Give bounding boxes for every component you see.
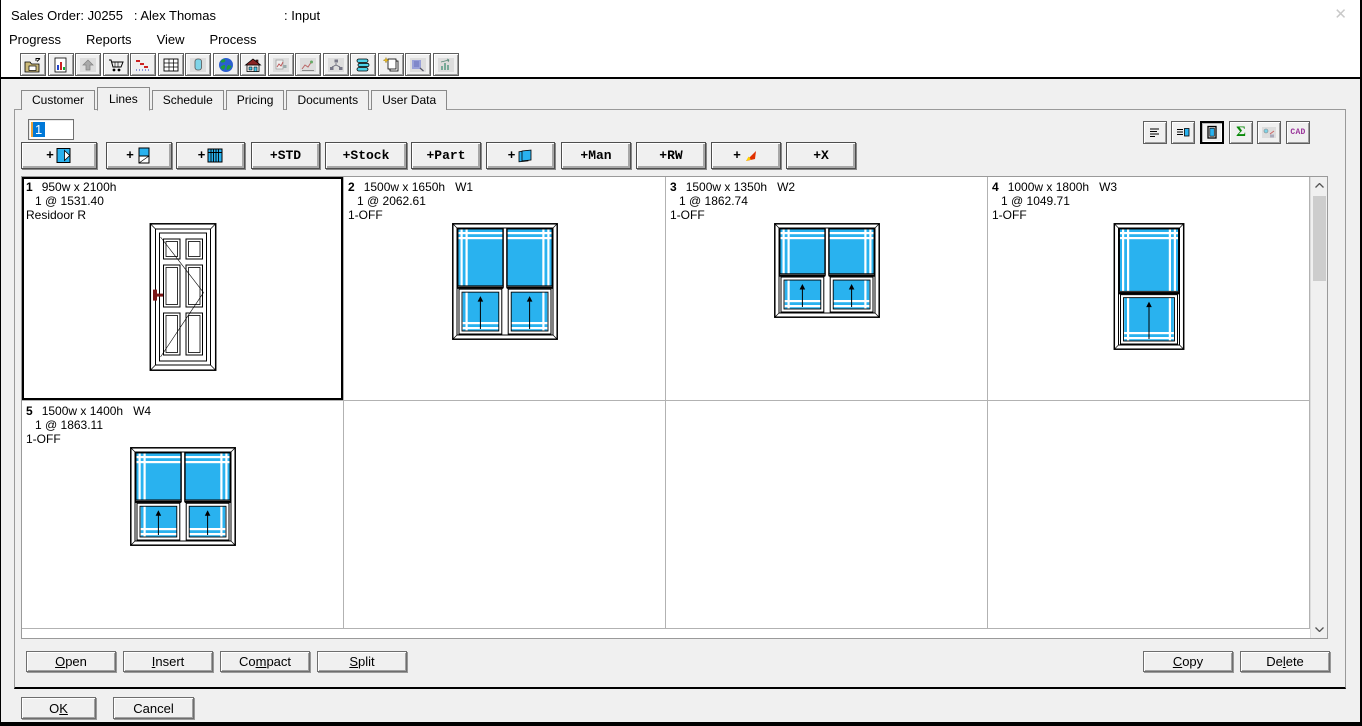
globe-icon[interactable] xyxy=(213,53,239,76)
insert-button[interactable]: Insert xyxy=(123,651,213,672)
text-picture-view-icon[interactable] xyxy=(1171,121,1195,144)
tab-customer[interactable]: Customer xyxy=(21,90,95,110)
add-rw-button[interactable]: +RW xyxy=(636,142,706,169)
line-item-1[interactable]: 1950w x 2100h 1 @ 1531.40 Residoor R xyxy=(22,177,344,401)
report-chart-icon[interactable] xyxy=(48,53,74,76)
add-sash-button[interactable]: + xyxy=(106,142,172,169)
sum-sigma-icon[interactable]: Σ xyxy=(1229,121,1253,144)
window-drawing xyxy=(774,223,880,318)
add-frame-button[interactable]: + xyxy=(21,142,97,169)
input-form: Customer Lines Schedule Pricing Document… xyxy=(1,79,1360,722)
ok-button[interactable]: OK xyxy=(21,697,96,719)
delete-button[interactable]: Delete xyxy=(1240,651,1330,672)
menu-bar: Progress Reports View Process xyxy=(1,30,1360,52)
window-title-mode: : Input xyxy=(284,8,320,23)
frame-3d-icon[interactable] xyxy=(185,53,211,76)
vertical-scrollbar[interactable] xyxy=(1310,177,1327,638)
network-disabled-icon[interactable] xyxy=(323,53,349,76)
graphics-disabled-icon[interactable] xyxy=(268,53,294,76)
tab-lines[interactable]: Lines xyxy=(97,87,150,111)
send-up-icon[interactable] xyxy=(75,53,101,76)
add-bars-button[interactable]: + xyxy=(176,142,245,169)
table-view-icon[interactable] xyxy=(158,53,184,76)
split-button[interactable]: Split xyxy=(317,651,407,672)
empty-cell[interactable] xyxy=(344,401,666,629)
house-icon[interactable] xyxy=(240,53,266,76)
cancel-button[interactable]: Cancel xyxy=(113,697,194,719)
survey-disabled-icon[interactable] xyxy=(405,53,431,76)
text-view-icon[interactable] xyxy=(1143,121,1167,144)
line-item-5[interactable]: 51500w x 1400hW4 1 @ 1863.11 1-OFF xyxy=(22,401,344,629)
stats-disabled-icon[interactable] xyxy=(433,53,459,76)
add-stock-button[interactable]: +Stock xyxy=(325,142,407,169)
graphics-options-icon[interactable] xyxy=(1257,121,1281,144)
add-pointer-button[interactable]: + xyxy=(711,142,781,169)
lines-grid: 1950w x 2100h 1 @ 1531.40 Residoor R 215… xyxy=(21,176,1328,639)
copy-button[interactable]: Copy xyxy=(1143,651,1233,672)
schedule-gantt-icon[interactable] xyxy=(130,53,156,76)
window-drawing xyxy=(130,447,236,546)
tab-userdata[interactable]: User Data xyxy=(371,90,447,110)
batch-list-icon[interactable] xyxy=(350,53,376,76)
window-title: Sales Order: J0255 : Alex Thomas xyxy=(11,8,216,23)
add-std-button[interactable]: +STD xyxy=(251,142,320,169)
compact-button[interactable]: Compact xyxy=(220,651,310,672)
menu-progress[interactable]: Progress xyxy=(9,30,61,52)
tab-schedule[interactable]: Schedule xyxy=(152,90,224,110)
menu-reports[interactable]: Reports xyxy=(86,30,132,52)
toolbar xyxy=(1,52,1360,77)
window-drawing xyxy=(452,223,558,340)
copy-new-icon[interactable] xyxy=(378,53,404,76)
open-order-icon[interactable] xyxy=(20,53,46,76)
open-button[interactable]: Open xyxy=(26,651,116,672)
window-drawing xyxy=(1113,223,1184,350)
tab-pricing[interactable]: Pricing xyxy=(226,90,285,110)
empty-cell[interactable] xyxy=(666,401,988,629)
title-bar: Sales Order: J0255 : Alex Thomas : Input… xyxy=(1,0,1360,30)
scrollbar-thumb[interactable] xyxy=(1313,196,1326,281)
cad-icon[interactable]: CAD xyxy=(1286,121,1310,144)
chart-disabled-icon[interactable] xyxy=(295,53,321,76)
lines-tab-page: 1 + + + +STD +Stock +Part + +Man +RW + +… xyxy=(14,109,1346,689)
line-number-input[interactable]: 1 xyxy=(28,119,74,140)
sales-order-window: Sales Order: J0255 : Alex Thomas : Input… xyxy=(0,0,1362,726)
line-item-2[interactable]: 21500w x 1650hW1 1 @ 2062.61 1-OFF xyxy=(344,177,666,401)
tab-strip: Customer Lines Schedule Pricing Document… xyxy=(21,87,449,110)
scroll-up-icon[interactable] xyxy=(1311,177,1328,194)
add-glass-button[interactable]: + xyxy=(486,142,555,169)
menu-process[interactable]: Process xyxy=(210,30,257,52)
line-item-4[interactable]: 41000w x 1800hW3 1 @ 1049.71 1-OFF xyxy=(988,177,1310,401)
picture-view-icon[interactable] xyxy=(1200,121,1224,144)
empty-cell[interactable] xyxy=(988,401,1310,629)
menu-view[interactable]: View xyxy=(157,30,185,52)
add-part-button[interactable]: +Part xyxy=(411,142,481,169)
door-drawing xyxy=(149,223,216,371)
add-x-button[interactable]: +X xyxy=(786,142,856,169)
tab-documents[interactable]: Documents xyxy=(286,90,369,110)
shopping-cart-icon[interactable] xyxy=(103,53,129,76)
close-icon[interactable]: ✕ xyxy=(1334,5,1347,23)
add-man-button[interactable]: +Man xyxy=(561,142,631,169)
scroll-down-icon[interactable] xyxy=(1311,621,1328,638)
line-item-3[interactable]: 31500w x 1350hW2 1 @ 1862.74 1-OFF xyxy=(666,177,988,401)
